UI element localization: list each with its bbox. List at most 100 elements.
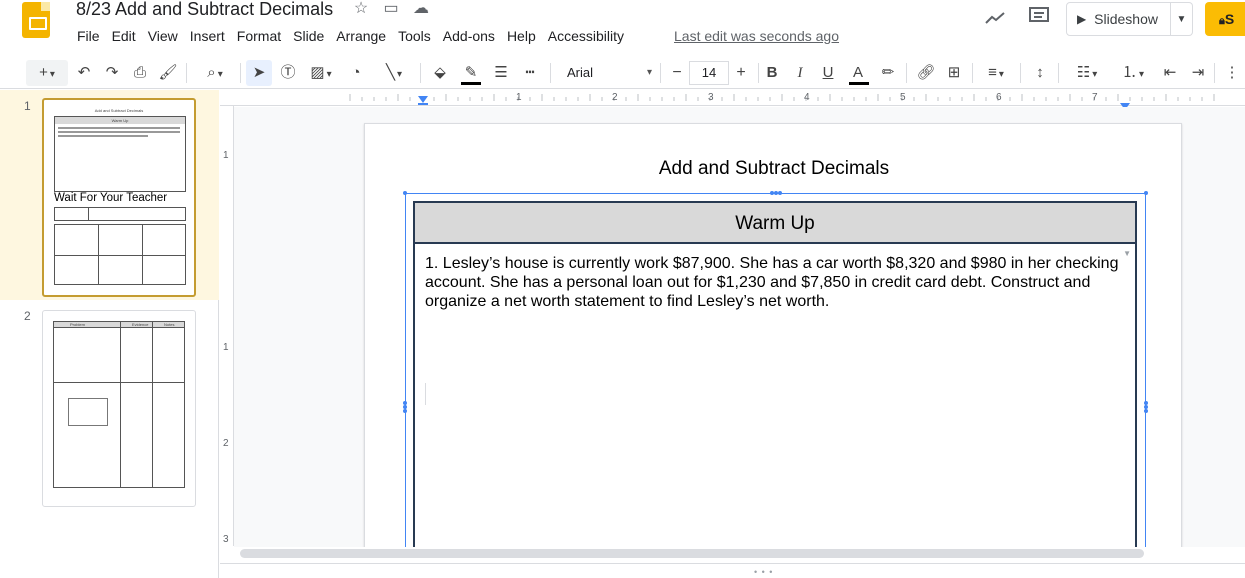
ruler-number: 2 bbox=[612, 92, 618, 103]
left-indent-marker[interactable] bbox=[418, 92, 428, 105]
undo-icon[interactable]: ↶ bbox=[74, 60, 94, 86]
slide-thumbnail-1[interactable]: 1 Add and Subtract Decimals Warm Up Wait… bbox=[0, 90, 219, 300]
text-box-icon[interactable]: Ⓣ bbox=[276, 60, 300, 86]
menu-edit[interactable]: Edit bbox=[106, 27, 142, 45]
comment-add-icon[interactable]: ⊞ bbox=[942, 60, 966, 86]
document-title[interactable]: 8/23 Add and Subtract Decimals bbox=[76, 0, 333, 20]
zoom-icon[interactable]: ⌕ bbox=[196, 60, 234, 86]
fill-color-icon[interactable]: ⬙ bbox=[428, 60, 452, 86]
thumb-col-problem: Problem bbox=[70, 322, 85, 327]
line-spacing-icon[interactable]: ↕ bbox=[1028, 60, 1052, 86]
slide-thumbnail-2[interactable]: 2 Problem Evidence Notes bbox=[0, 300, 219, 510]
bulleted-list-icon[interactable]: ☷ bbox=[1066, 60, 1108, 86]
horizontal-ruler: 1 2 3 4 5 6 7 bbox=[220, 90, 1245, 110]
menu-format[interactable]: Format bbox=[231, 27, 287, 45]
line-icon[interactable]: ╲ bbox=[374, 60, 414, 86]
current-slide[interactable]: Add and Subtract Decimals Warm Up 1. Les… bbox=[364, 123, 1182, 547]
thumb-table: Problem Evidence Notes bbox=[53, 321, 185, 488]
font-family-select[interactable]: Arial bbox=[560, 60, 656, 86]
shape-icon[interactable]: ◔ bbox=[344, 60, 368, 86]
border-weight-icon[interactable]: ☰ bbox=[490, 60, 512, 86]
resize-handle[interactable] bbox=[1144, 191, 1148, 195]
table-body-cell[interactable]: 1. Lesley’s house is currently work $87,… bbox=[415, 244, 1135, 321]
new-slide-button[interactable]: + bbox=[26, 60, 68, 86]
menu-tools[interactable]: Tools bbox=[392, 27, 437, 45]
menu-arrange[interactable]: Arrange bbox=[330, 27, 392, 45]
divider bbox=[906, 63, 907, 83]
numbered-list-icon[interactable]: ⒈ bbox=[1112, 60, 1154, 86]
resize-handle[interactable] bbox=[403, 409, 407, 413]
menu-help[interactable]: Help bbox=[501, 27, 542, 45]
ruler-number: 3 bbox=[223, 534, 229, 545]
last-edit-link[interactable]: Last edit was seconds ago bbox=[674, 28, 839, 44]
drag-handle-icon[interactable]: • • • bbox=[754, 567, 773, 577]
font-size-input[interactable]: 14 bbox=[689, 61, 729, 85]
thumb-table-head: Warm Up bbox=[55, 117, 185, 124]
divider bbox=[186, 63, 187, 83]
ruler-number: 5 bbox=[900, 92, 906, 103]
menu-view[interactable]: View bbox=[142, 27, 184, 45]
thumb-line bbox=[58, 127, 180, 129]
print-icon[interactable]: ⎙ bbox=[130, 60, 150, 86]
resize-handle[interactable] bbox=[778, 191, 782, 195]
warm-up-table[interactable]: Warm Up 1. Lesley’s house is currently w… bbox=[413, 201, 1137, 547]
share-button[interactable]: 🔒︎S bbox=[1205, 2, 1245, 36]
underline-icon[interactable]: U bbox=[818, 60, 838, 86]
thumb-steps-table bbox=[54, 207, 186, 221]
increase-font-size-button[interactable]: + bbox=[729, 64, 753, 82]
divider bbox=[972, 63, 973, 83]
activity-trend-icon[interactable] bbox=[978, 2, 1012, 36]
slide-preview: Problem Evidence Notes bbox=[42, 310, 196, 507]
paint-format-icon[interactable]: 🖌︎ bbox=[158, 60, 178, 86]
menu-file[interactable]: File bbox=[71, 27, 106, 45]
comments-icon[interactable] bbox=[1022, 2, 1056, 36]
image-icon[interactable]: ▨ bbox=[304, 60, 338, 86]
italic-icon[interactable]: I bbox=[790, 60, 810, 86]
slideshow-button[interactable]: ▶ Slideshow bbox=[1065, 2, 1171, 36]
text-color-icon[interactable]: A bbox=[846, 60, 870, 86]
ruler-number: 6 bbox=[996, 92, 1002, 103]
decrease-indent-icon[interactable]: ⇤ bbox=[1158, 60, 1182, 86]
highlight-icon[interactable]: ✏ bbox=[876, 60, 900, 86]
horizontal-scrollbar[interactable] bbox=[240, 549, 1144, 558]
menu-slide[interactable]: Slide bbox=[287, 27, 330, 45]
slide-filmstrip: 1 Add and Subtract Decimals Warm Up Wait… bbox=[0, 90, 219, 578]
bold-icon[interactable]: B bbox=[762, 60, 782, 86]
ruler-number: 3 bbox=[708, 92, 714, 103]
border-dash-icon[interactable]: ┅ bbox=[518, 60, 542, 86]
cloud-status-icon[interactable]: ☁ bbox=[412, 0, 430, 18]
more-options-icon[interactable]: ⋮ bbox=[1222, 60, 1242, 86]
slide-number: 1 bbox=[24, 99, 31, 113]
star-icon[interactable]: ☆ bbox=[352, 0, 370, 18]
thumb-col-notes: Notes bbox=[164, 322, 175, 327]
slide-preview: Add and Subtract Decimals Warm Up Wait F… bbox=[42, 98, 196, 297]
thumb-col-evidence: Evidence bbox=[132, 322, 149, 327]
menu-accessibility[interactable]: Accessibility bbox=[542, 27, 630, 45]
resize-handle[interactable] bbox=[1144, 409, 1148, 413]
menu-insert[interactable]: Insert bbox=[184, 27, 231, 45]
redo-icon[interactable]: ↷ bbox=[102, 60, 122, 86]
slide-title[interactable]: Add and Subtract Decimals bbox=[365, 158, 1183, 180]
thumb-divider bbox=[54, 382, 184, 383]
thumb-divider bbox=[88, 208, 89, 220]
thumb-title: Add and Subtract Decimals bbox=[94, 108, 144, 113]
decrease-font-size-button[interactable]: − bbox=[665, 64, 689, 82]
table-header-cell[interactable]: Warm Up bbox=[415, 203, 1135, 244]
ruler-number: 7 bbox=[1092, 92, 1098, 103]
menu-addons[interactable]: Add-ons bbox=[437, 27, 501, 45]
right-indent-marker[interactable] bbox=[1120, 98, 1130, 110]
link-icon[interactable]: 🔗︎ bbox=[914, 60, 938, 86]
increase-indent-icon[interactable]: ⇥ bbox=[1186, 60, 1210, 86]
move-folder-icon[interactable]: ▭ bbox=[382, 0, 400, 18]
slides-logo-icon[interactable] bbox=[22, 2, 50, 38]
divider bbox=[1058, 63, 1059, 83]
thumb-grid bbox=[54, 224, 186, 285]
border-color-icon[interactable]: ✎ bbox=[458, 60, 484, 86]
resize-handle[interactable] bbox=[403, 191, 407, 195]
speaker-notes-divider[interactable] bbox=[220, 563, 1245, 578]
slide-canvas[interactable]: Add and Subtract Decimals Warm Up 1. Les… bbox=[234, 107, 1245, 547]
cell-menu-chevron-icon[interactable]: ▼ bbox=[1123, 249, 1131, 258]
slideshow-dropdown[interactable]: ▼ bbox=[1171, 2, 1193, 36]
select-cursor-icon[interactable]: ➤ bbox=[246, 60, 272, 86]
align-icon[interactable]: ≡ bbox=[978, 60, 1014, 86]
